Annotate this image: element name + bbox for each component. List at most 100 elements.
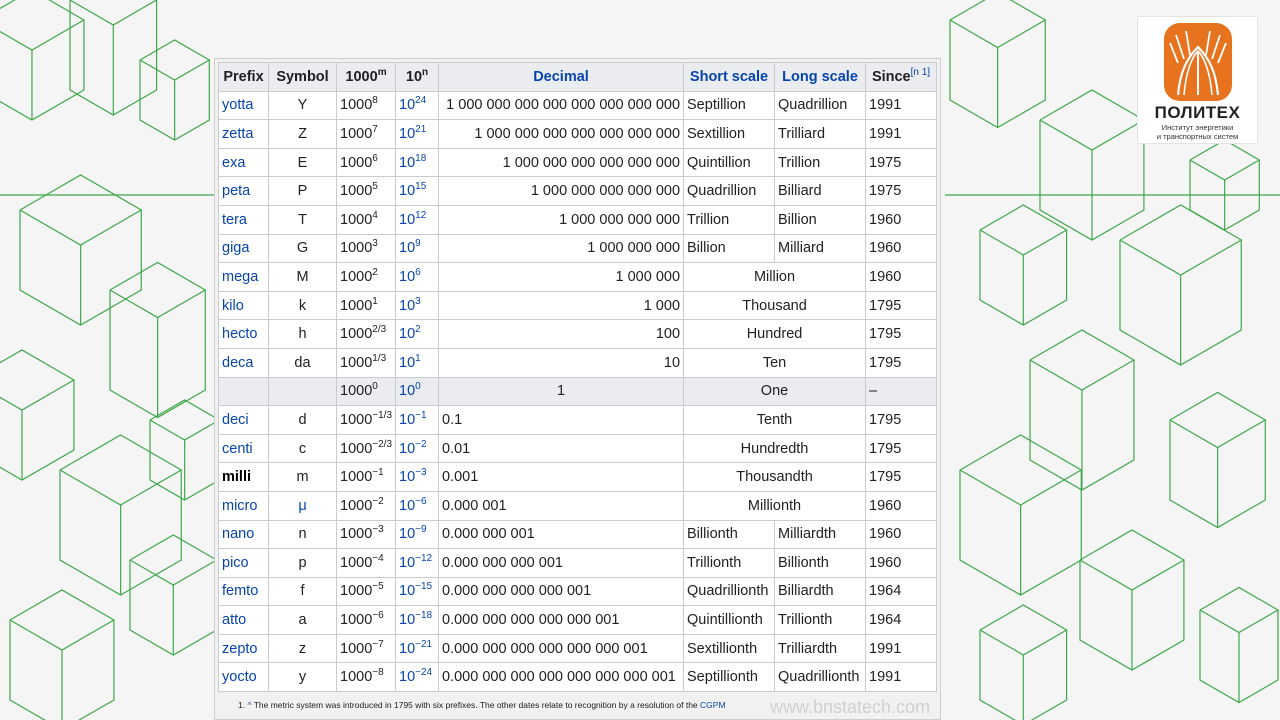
since-year: 1960 <box>865 204 938 235</box>
scale-name: Tenth <box>683 405 867 435</box>
power-of-10[interactable]: 10−18 <box>395 605 440 635</box>
power-10-base: 10 <box>399 211 416 228</box>
power-of-10[interactable]: 10−2 <box>395 433 440 464</box>
prefix-name[interactable]: peta <box>218 176 269 206</box>
power-of-10[interactable]: 102 <box>395 319 440 349</box>
power-10-base: 10 <box>399 240 416 257</box>
power-1000-base: 1000 <box>340 125 373 142</box>
header-row: Prefix Symbol 1000m 10n Decimal Short sc… <box>218 62 938 92</box>
prefix-name[interactable]: tera <box>218 204 269 235</box>
power-10-base: 10 <box>399 583 416 600</box>
logo-title: ПОЛИТЕХ <box>1154 103 1241 122</box>
prefix-symbol: y <box>268 662 337 693</box>
since-year: 1991 <box>865 90 938 121</box>
power-10-base: 10 <box>399 411 416 428</box>
header-decimal[interactable]: Decimal <box>438 62 685 92</box>
prefix-name[interactable]: centi <box>218 433 269 464</box>
power-of-10[interactable]: 100 <box>395 376 440 407</box>
background-line <box>1169 391 1267 449</box>
prefix-name[interactable]: nano <box>218 519 269 550</box>
prefix-symbol: p <box>268 548 337 578</box>
power-1000-base: 1000 <box>340 240 373 257</box>
power-10-exponent: 15 <box>415 181 427 193</box>
power-of-10[interactable]: 101 <box>395 347 440 378</box>
prefix-name[interactable]: deci <box>218 405 269 435</box>
decimal-value: 1 000 000 000 000 000 000 <box>438 147 685 178</box>
power-10-base: 10 <box>399 640 416 657</box>
since-year: 1991 <box>865 633 938 664</box>
power-of-10[interactable]: 1018 <box>395 147 440 178</box>
long-scale-name: Milliard <box>774 233 867 264</box>
footnote-text: The metric system was introduced in 1795… <box>253 700 698 710</box>
power-10-base: 10 <box>399 183 416 200</box>
power-of-1000: 1000−6 <box>335 605 397 635</box>
power-of-10[interactable]: 10−15 <box>395 576 440 607</box>
power-of-10[interactable]: 106 <box>395 262 440 292</box>
power-of-10[interactable]: 10−21 <box>395 633 440 664</box>
prefix-name[interactable]: femto <box>218 576 269 607</box>
cgpm-link[interactable]: CGPM <box>700 700 726 710</box>
power-of-1000: 10005 <box>335 176 397 206</box>
power-of-10[interactable]: 10−3 <box>395 462 440 492</box>
background-line <box>9 589 116 651</box>
long-scale-name: Billionth <box>774 548 867 578</box>
power-of-10[interactable]: 1024 <box>395 90 440 121</box>
power-of-10[interactable]: 109 <box>395 233 440 264</box>
header-long-scale[interactable]: Long scale <box>774 62 867 92</box>
table-row: zetta Z 10007 1021 1 000 000 000 000 000 000… <box>218 119 938 149</box>
header-power-10-exp: n <box>422 66 429 78</box>
header-since-footnote-link[interactable]: [n 1] <box>911 67 930 78</box>
long-scale-name: Milliardth <box>774 519 867 550</box>
power-of-10[interactable]: 103 <box>395 290 440 321</box>
power-of-10[interactable]: 10−6 <box>395 490 440 521</box>
power-of-10[interactable]: 10−24 <box>395 662 440 693</box>
table-row: mega M 10002 106 1 000 000 Million 1960 <box>218 262 938 292</box>
short-scale-name: Quintillion <box>683 147 776 178</box>
scale-name: One <box>683 376 867 407</box>
scale-name: Hundred <box>683 319 867 349</box>
power-of-10[interactable]: 1012 <box>395 204 440 235</box>
decimal-value: 10 <box>438 347 685 378</box>
power-10-base: 10 <box>399 497 416 514</box>
prefix-name[interactable]: kilo <box>218 290 269 321</box>
background-line <box>0 0 86 51</box>
prefix-name[interactable]: deca <box>218 347 269 378</box>
power-of-1000: 10003 <box>335 233 397 264</box>
prefix-name[interactable]: pico <box>218 548 269 578</box>
prefix-name[interactable]: micro <box>218 490 269 521</box>
footnote-backlink[interactable]: ^ <box>247 700 251 710</box>
power-1000-base: 1000 <box>340 411 373 428</box>
decimal-value: 0.000 000 000 001 <box>438 548 685 578</box>
power-10-exponent: −1 <box>415 410 427 422</box>
long-scale-name: Trillion <box>774 147 867 178</box>
power-of-10[interactable]: 10−9 <box>395 519 440 550</box>
power-of-1000: 1000−2 <box>335 490 397 521</box>
power-of-10[interactable]: 10−1 <box>395 405 440 435</box>
power-of-10[interactable]: 1015 <box>395 176 440 206</box>
background-line <box>979 604 1068 656</box>
prefix-name[interactable]: yocto <box>218 662 269 693</box>
decimal-value: 0.001 <box>438 462 685 492</box>
power-of-1000: 1000−8 <box>335 662 397 693</box>
since-year: 1795 <box>865 290 938 321</box>
prefix-name[interactable]: mega <box>218 262 269 292</box>
scale-name: Thousand <box>683 290 867 321</box>
header-short-scale[interactable]: Short scale <box>683 62 776 92</box>
power-10-exponent: −21 <box>415 638 433 650</box>
power-of-10[interactable]: 1021 <box>395 119 440 149</box>
background-line <box>1199 586 1280 634</box>
prefix-name[interactable]: zepto <box>218 633 269 664</box>
power-1000-base: 1000 <box>340 183 373 200</box>
power-of-10[interactable]: 10−12 <box>395 548 440 578</box>
prefix-name[interactable]: atto <box>218 605 269 635</box>
prefix-name[interactable]: zetta <box>218 119 269 149</box>
power-1000-base: 1000 <box>340 526 373 543</box>
prefix-name[interactable]: giga <box>218 233 269 264</box>
scale-name: Thousandth <box>683 462 867 492</box>
power-of-1000: 10002/3 <box>335 319 397 349</box>
prefix-name[interactable]: hecto <box>218 319 269 349</box>
prefix-symbol: P <box>268 176 337 206</box>
prefix-name[interactable]: yotta <box>218 90 269 121</box>
prefix-name[interactable]: exa <box>218 147 269 178</box>
power-10-base: 10 <box>399 440 416 457</box>
